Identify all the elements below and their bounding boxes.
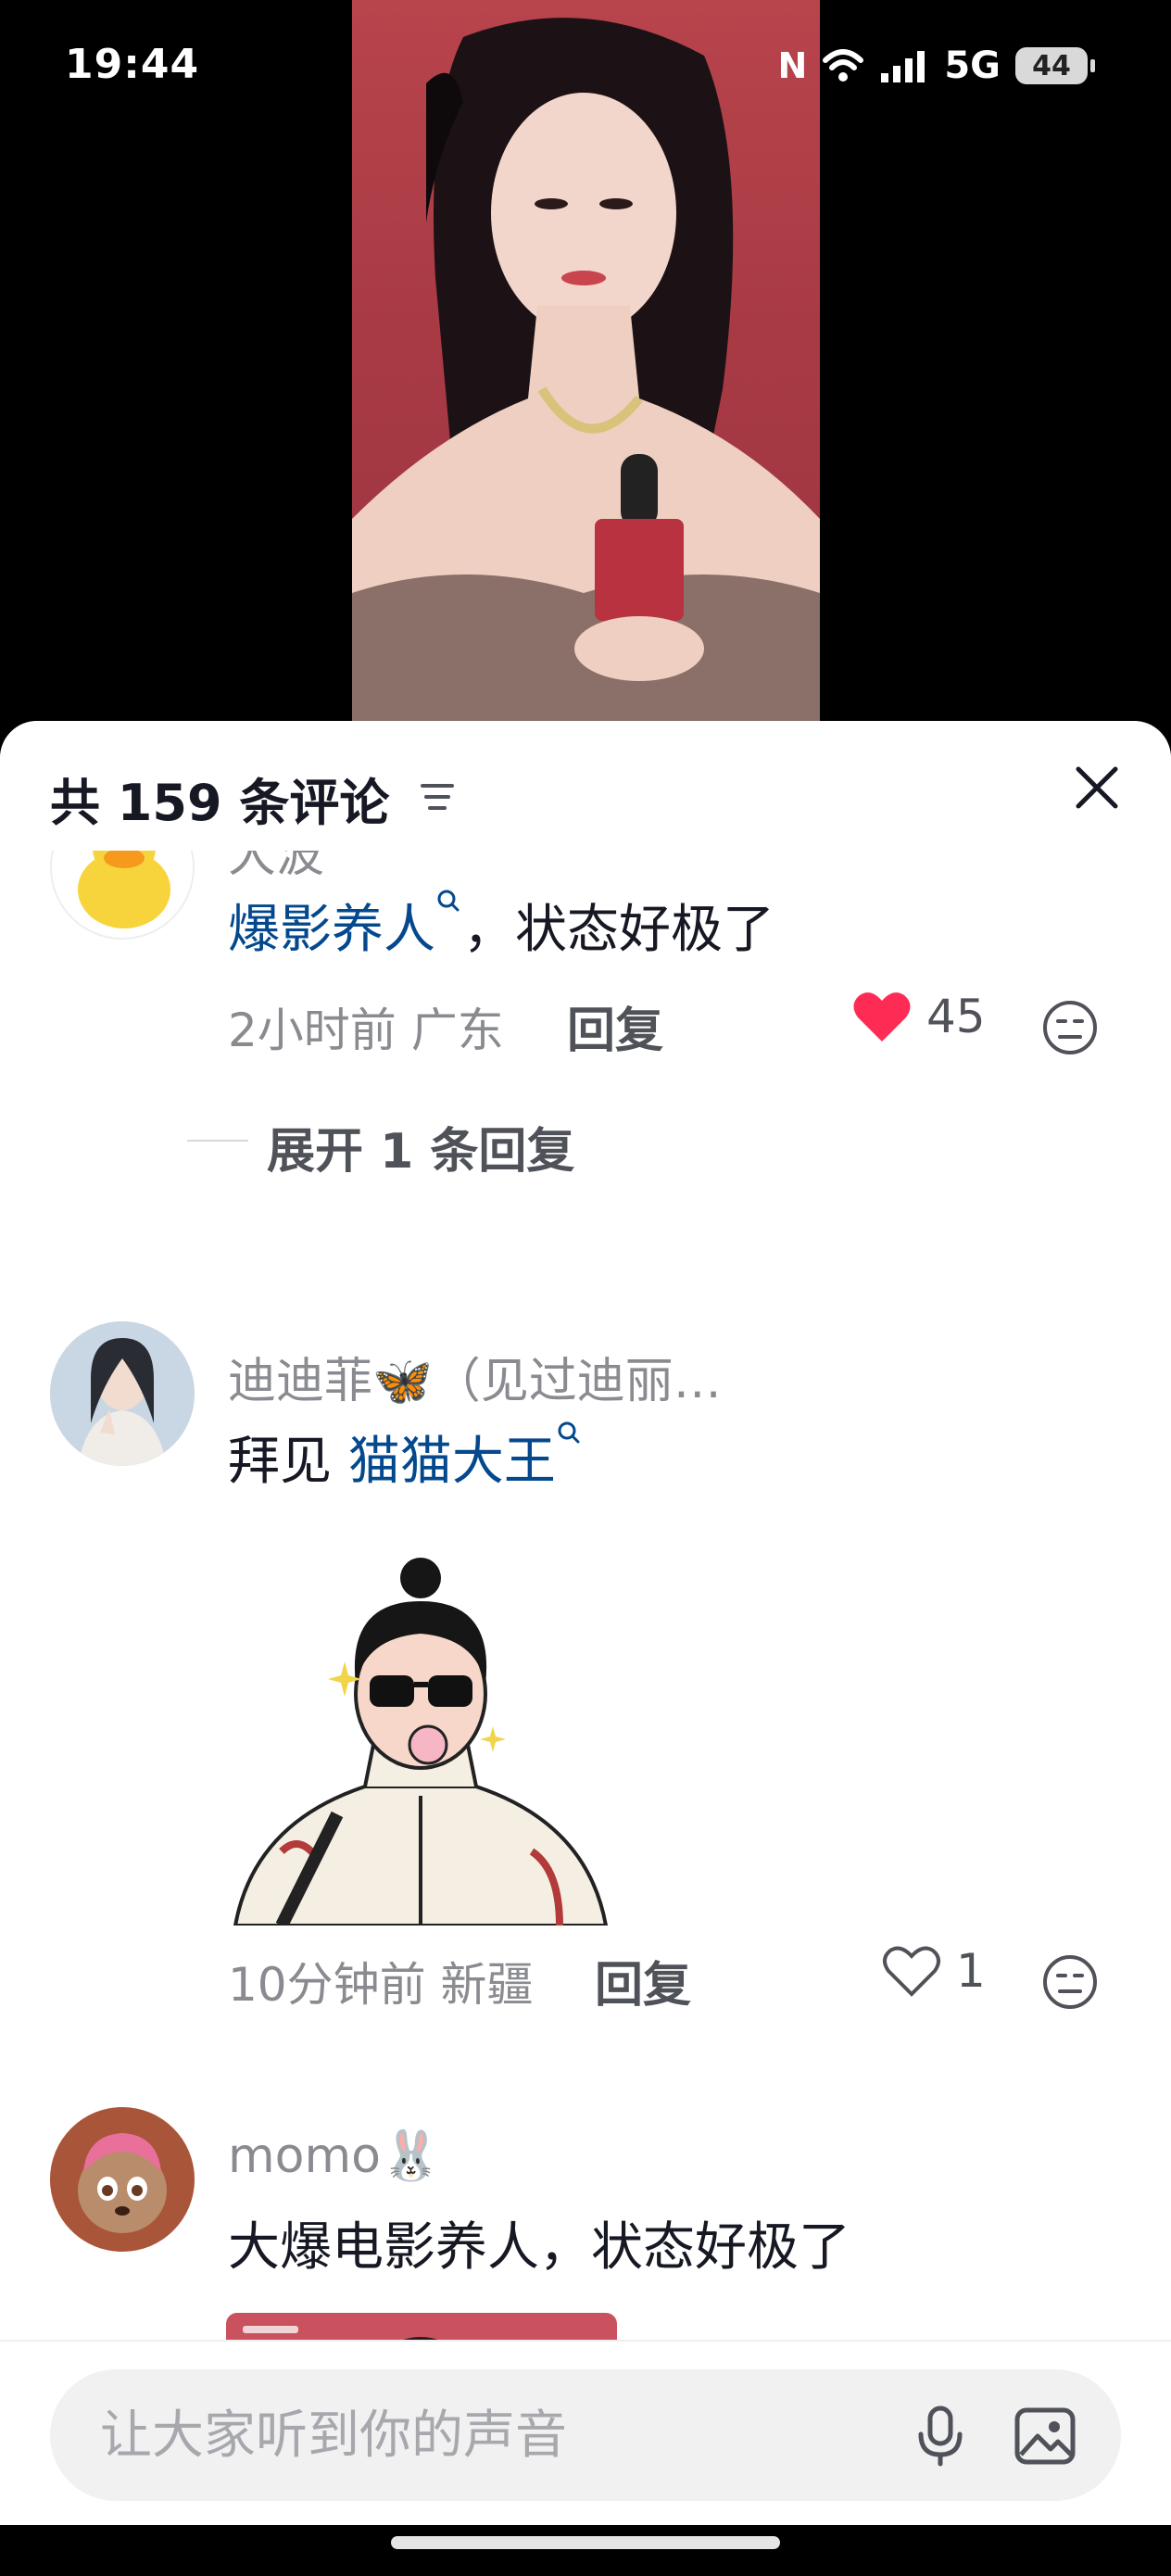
comment-link[interactable]: 爆影养人 <box>228 900 435 960</box>
like-count: 1 <box>956 1944 986 1998</box>
comment-time: 2小时前 <box>228 1004 397 1057</box>
comment-time: 10分钟前 <box>228 1958 426 2012</box>
image-icon[interactable] <box>1012 2403 1078 2469</box>
dislike-face-icon[interactable] <box>1041 999 1099 1056</box>
avatar[interactable] <box>50 1321 195 1466</box>
comment-link[interactable]: 猫猫大王 <box>348 1432 556 1492</box>
comment-text: 拜见 猫猫大王 <box>228 1420 584 1495</box>
comment-location: 广东 <box>410 1004 504 1057</box>
expand-divider <box>187 1140 248 1142</box>
battery-icon: 44 <box>1015 47 1095 84</box>
comment-input-container[interactable] <box>50 2369 1121 2501</box>
battery-level: 44 <box>1032 49 1071 82</box>
comment-meta: 10分钟前 新疆 <box>228 1948 534 2014</box>
search-hint-icon <box>437 890 460 912</box>
heart-outline-icon <box>883 1946 940 1997</box>
comment-username[interactable]: 迪迪菲🦋（见过迪丽… <box>228 1342 722 1411</box>
nfc-icon: N <box>777 45 808 86</box>
close-icon[interactable] <box>1067 758 1127 817</box>
home-indicator[interactable] <box>391 2536 780 2549</box>
comment-text: 大爆电影养人，状态好极了 <box>228 2217 850 2278</box>
avatar[interactable] <box>50 851 195 940</box>
status-time: 19:44 <box>65 41 200 88</box>
comment-sticker-image[interactable] <box>226 1555 615 1926</box>
comment-text-rest: ，状态好极了 <box>463 900 774 960</box>
sheet-header: 共 159 条评论 <box>0 721 1171 851</box>
wifi-icon <box>823 49 864 82</box>
video-player[interactable]: 19:44 N 5G 44 <box>0 0 1171 741</box>
comment-input-bar <box>0 2340 1171 2525</box>
home-indicator-area <box>0 2525 1171 2576</box>
network-label: 5G <box>944 44 1001 87</box>
dislike-face-icon[interactable] <box>1041 1953 1099 2011</box>
status-icons: N 5G 44 <box>777 44 1095 87</box>
comment-list[interactable]: 大波 爆影养人 ，状态好极了 2小时前 广东 回复 45 展开 1 条回复 迪迪… <box>0 851 1171 2342</box>
comment-count-title: 共 159 条评论 <box>50 774 390 832</box>
avatar[interactable] <box>50 2107 195 2252</box>
reply-button[interactable]: 回复 <box>567 991 663 1061</box>
comment-username[interactable]: 大波 <box>228 851 324 885</box>
comment-location: 新疆 <box>440 1958 534 2012</box>
like-button[interactable]: 1 <box>882 1944 986 1998</box>
search-hint-icon <box>558 1421 580 1444</box>
signal-icon <box>881 51 925 82</box>
filter-lines-icon[interactable] <box>419 780 456 814</box>
microphone-icon[interactable] <box>908 2403 973 2468</box>
like-button[interactable]: 45 <box>852 990 986 1043</box>
heart-filled-icon <box>853 992 911 1042</box>
comment-meta: 2小时前 广东 <box>228 993 504 1060</box>
like-count: 45 <box>926 990 986 1043</box>
comment-text-plain: 拜见 <box>228 1432 332 1492</box>
comments-sheet: 共 159 条评论 大波 爆影养人 ，状态好极了 2小时前 广东 回复 45 展… <box>0 721 1171 2576</box>
comment-input[interactable] <box>100 2369 841 2501</box>
comment-image[interactable] <box>226 2313 617 2342</box>
status-bar: 19:44 N 5G 44 <box>0 0 1171 139</box>
expand-replies-button[interactable]: 展开 1 条回复 <box>267 1112 574 1181</box>
reply-button[interactable]: 回复 <box>595 1946 691 2015</box>
comment-username[interactable]: momo🐰 <box>228 2128 441 2184</box>
comment-text: 爆影养人 ，状态好极了 <box>228 888 774 963</box>
